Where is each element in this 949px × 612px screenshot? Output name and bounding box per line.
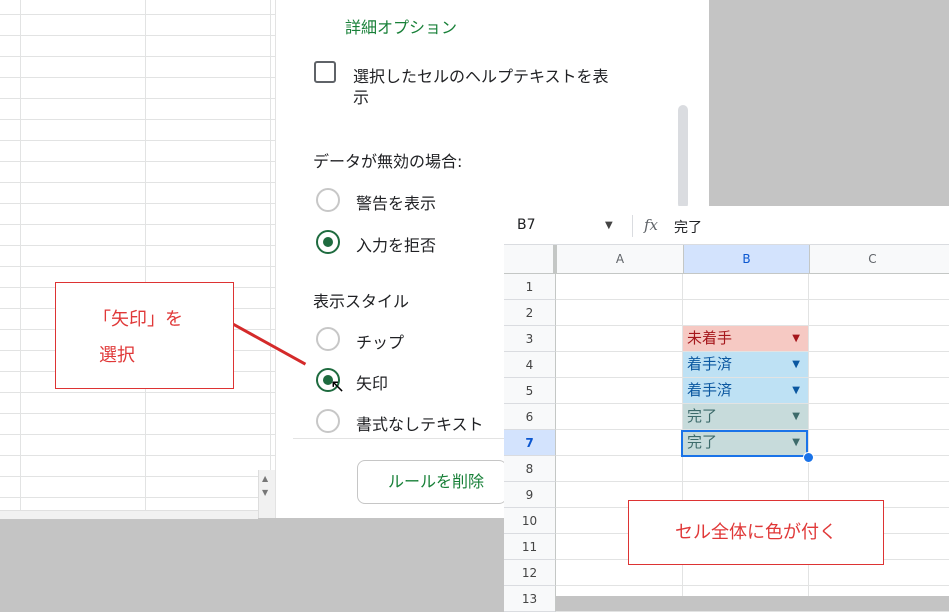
name-box[interactable]: B7 [517, 217, 536, 233]
row-header-12[interactable]: 12 [504, 560, 556, 586]
row-header-4[interactable]: 4 [504, 352, 556, 378]
row-header-5[interactable]: 5 [504, 378, 556, 404]
grid-row-line [556, 299, 949, 300]
panel-scrollbar[interactable] [678, 105, 688, 209]
dropdown-arrow-icon[interactable]: ▼ [792, 352, 800, 377]
callout-select-arrow: 「矢印」を 選択 [55, 282, 234, 389]
radio-reject-input[interactable] [316, 230, 340, 254]
radio-chip[interactable] [316, 327, 340, 351]
row-header-10[interactable]: 10 [504, 508, 556, 534]
row-header-3[interactable]: 3 [504, 326, 556, 352]
row-header-6[interactable]: 6 [504, 404, 556, 430]
panel-divider [293, 438, 508, 439]
formula-bar [504, 206, 949, 245]
formula-input[interactable]: 完了 [674, 217, 702, 237]
display-style-label: 表示スタイル [313, 292, 410, 311]
fx-icon: fx [644, 216, 659, 234]
help-text-label-line1: 選択したセルのヘルプテキストを表 [353, 67, 609, 86]
row-header-11[interactable]: 11 [504, 534, 556, 560]
row-header-8[interactable]: 8 [504, 456, 556, 482]
dropdown-cell-b6[interactable]: 完了 ▼ [683, 404, 808, 429]
scroll-up-icon[interactable]: ▲ [262, 474, 268, 483]
advanced-options-heading[interactable]: 詳細オプション [345, 14, 457, 38]
horizontal-scrollbar[interactable] [0, 510, 258, 519]
row-header-1[interactable]: 1 [504, 274, 556, 300]
name-box-dropdown-icon[interactable]: ▼ [605, 220, 613, 231]
formula-bar-divider [632, 215, 633, 237]
dropdown-cell-b3[interactable]: 未着手 ▼ [683, 326, 808, 351]
radio-show-warning-label: 警告を表示 [356, 194, 437, 213]
row-header-2[interactable]: 2 [504, 300, 556, 326]
callout-select-arrow-line1: 「矢印」を [93, 309, 183, 330]
row-header-9[interactable]: 9 [504, 482, 556, 508]
mouse-pointer-icon: ↖ [330, 376, 346, 397]
dropdown-cell-value: 完了 [687, 407, 718, 425]
column-header-a[interactable]: A [556, 245, 683, 273]
radio-arrow-label: 矢印 [356, 374, 389, 393]
dropdown-cell-value: 未着手 [687, 329, 733, 347]
scroll-down-icon[interactable]: ▼ [262, 488, 268, 497]
vertical-scrollbar[interactable]: ▲ ▼ [258, 470, 276, 518]
column-header-b[interactable]: B [683, 245, 809, 273]
help-text-label-line2: 示 [353, 88, 370, 107]
radio-chip-label: チップ [356, 333, 405, 352]
dropdown-cell-value: 着手済 [687, 381, 733, 399]
radio-plain-text-label: 書式なしテキスト [356, 415, 484, 434]
row-header-13[interactable]: 13 [504, 586, 556, 612]
radio-plain-text[interactable] [316, 409, 340, 433]
invalid-data-label: データが無効の場合: [313, 152, 463, 171]
column-header-row: A B C [504, 245, 949, 274]
background-sheet-grid [0, 0, 275, 518]
callout-whole-cell-colored: セル全体に色が付く [628, 500, 884, 565]
dropdown-arrow-icon[interactable]: ▼ [792, 378, 800, 403]
remove-rule-button[interactable]: ルールを削除 [357, 460, 507, 504]
dropdown-cell-b5[interactable]: 着手済 ▼ [683, 378, 808, 403]
select-all-corner[interactable] [504, 245, 556, 273]
dropdown-arrow-icon[interactable]: ▼ [792, 404, 800, 429]
dropdown-arrow-icon[interactable]: ▼ [792, 326, 800, 351]
callout-select-arrow-line2: 選択 [99, 345, 135, 366]
column-header-c[interactable]: C [809, 245, 935, 273]
help-text-checkbox[interactable] [314, 61, 336, 83]
dropdown-cell-b4[interactable]: 着手済 ▼ [683, 352, 808, 377]
radio-show-warning[interactable] [316, 188, 340, 212]
grid-row-line [556, 481, 949, 482]
dropdown-cell-value: 着手済 [687, 355, 733, 373]
row-header-7[interactable]: 7 [504, 430, 556, 456]
radio-reject-input-label: 入力を拒否 [356, 236, 437, 255]
active-cell-outline[interactable] [681, 430, 808, 457]
grid-row-line [556, 585, 949, 586]
fill-handle[interactable] [803, 452, 814, 463]
